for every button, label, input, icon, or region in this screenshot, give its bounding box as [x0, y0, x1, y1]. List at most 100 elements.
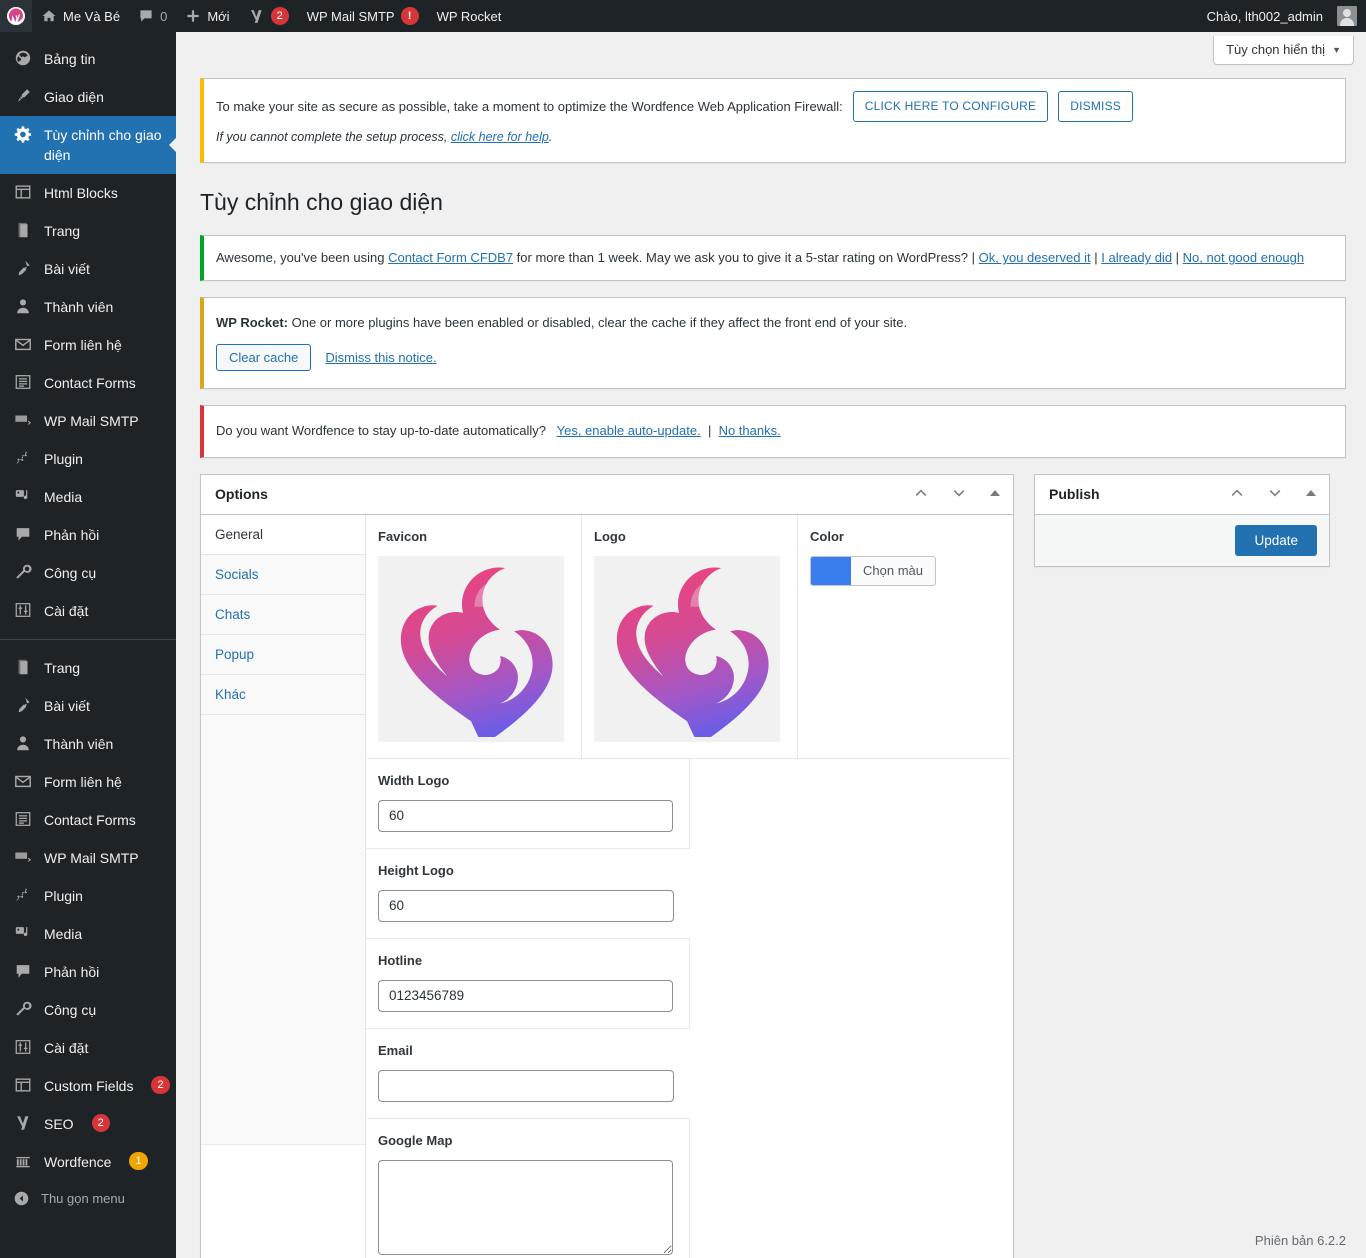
color-swatch[interactable] [811, 556, 851, 585]
sidebar-item-label: WP Mail SMTP [44, 413, 139, 429]
update-button[interactable]: Update [1235, 524, 1317, 556]
adminbar-new[interactable]: Mới [176, 0, 238, 32]
adminbar-site-name[interactable]: Me Và Bé [32, 0, 129, 32]
dismiss-this-notice-link[interactable]: Dismiss this notice. [325, 348, 436, 368]
sidebar-item-plugins-2[interactable]: Plugin [0, 877, 176, 915]
sidebar-item-label: WP Mail SMTP [44, 850, 139, 866]
sidebar-item-html-blocks[interactable]: Html Blocks [0, 174, 176, 212]
notice-wordfence-text: To make your site as secure as possible,… [216, 98, 843, 114]
tab-socials[interactable]: Socials [201, 554, 365, 595]
screen-options-toggle[interactable]: Tùy chọn hiển thị ▼ [1213, 36, 1354, 65]
wrench-icon [13, 563, 33, 581]
sidebar-item-settings-2[interactable]: Cài đặt [0, 1029, 176, 1067]
sidebar-item-appearance[interactable]: Giao diện [0, 78, 176, 116]
no-thanks-link[interactable]: No thanks. [719, 423, 781, 438]
width-logo-label: Width Logo [378, 772, 450, 788]
field-favicon: Favicon [366, 514, 582, 759]
options-metabox-header: Options [201, 475, 1013, 515]
sidebar-item-contact-form-1[interactable]: Form liên hệ [0, 326, 176, 364]
sidebar-item-settings-1[interactable]: Cài đặt [0, 592, 176, 630]
sidebar-item-comments-2[interactable]: Phản hồi [0, 953, 176, 991]
sidebar-item-tools-2[interactable]: Công cụ [0, 991, 176, 1029]
sidebar-item-contact-forms-2[interactable]: Contact Forms [0, 801, 176, 839]
height-logo-input[interactable] [378, 889, 674, 922]
field-google-map: Google Map [366, 1118, 690, 1258]
adminbar-wp-rocket[interactable]: WP Rocket [428, 0, 511, 32]
sidebar-item-media-2[interactable]: Media [0, 915, 176, 953]
sidebar-item-label: SEO [44, 1116, 74, 1132]
chevron-down-icon[interactable] [1267, 485, 1283, 503]
media-icon [13, 924, 33, 942]
sidebar-badge-seo: 2 [151, 1076, 170, 1094]
sidebar-item-pages-2[interactable]: Trang [0, 649, 176, 687]
tab-khac[interactable]: Khác [201, 674, 365, 715]
sidebar-item-wordfence[interactable]: Wordfence 1 [0, 1143, 176, 1181]
adminbar-my-account[interactable]: Chào, lth002_admin [1198, 0, 1366, 32]
width-logo-input[interactable] [378, 799, 673, 832]
email-input[interactable] [378, 1069, 674, 1102]
i-already-did-link[interactable]: I already did [1101, 250, 1172, 265]
sidebar-item-label: Bài viết [44, 698, 90, 714]
google-map-label: Google Map [378, 1132, 453, 1148]
sidebar-item-label: Custom Fields [44, 1078, 134, 1094]
wordfence-autoupdate-text: Do you want Wordfence to stay up-to-date… [216, 423, 546, 439]
favicon-preview[interactable] [378, 555, 564, 742]
sidebar-item-label: Bài viết [44, 261, 90, 277]
adminbar-comments[interactable]: 0 [129, 0, 176, 32]
sidebar-item-label: Công cụ [44, 565, 97, 581]
sidebar-item-contact-forms-1[interactable]: Contact Forms [0, 364, 176, 402]
chevron-up-icon[interactable] [913, 485, 929, 503]
alert-icon: ! [400, 7, 419, 25]
sidebar-item-posts-2[interactable]: Bài viết [0, 687, 176, 725]
click-here-to-configure-button[interactable]: CLICK HERE TO CONFIGURE [852, 91, 1049, 122]
sidebar-badge-wordfence: 1 [129, 1152, 148, 1170]
clear-cache-button[interactable]: Clear cache [216, 344, 312, 372]
adminbar-yoast[interactable]: 2 [239, 0, 298, 32]
hotline-input[interactable] [378, 979, 673, 1012]
sidebar-item-seo[interactable]: SEO 2 [0, 1105, 176, 1143]
sidebar-item-users-2[interactable]: Thành viên [0, 725, 176, 763]
sidebar-item-label: Trang [44, 223, 81, 239]
click-here-for-help-link[interactable]: click here for help [451, 130, 549, 144]
sidebar-item-tools-1[interactable]: Công cụ [0, 554, 176, 592]
color-picker-label: Chọn màu [863, 563, 923, 579]
sidebar-item-label: Công cụ [44, 1002, 97, 1018]
toggle-panel-icon[interactable] [989, 487, 1001, 501]
tab-popup[interactable]: Popup [201, 634, 365, 675]
toggle-panel-icon[interactable] [1305, 487, 1317, 501]
sidebar-item-contact-form-2[interactable]: Form liên hệ [0, 763, 176, 801]
sidebar-item-pages-1[interactable]: Trang [0, 212, 176, 250]
sidebar-item-users-1[interactable]: Thành viên [0, 288, 176, 326]
wordpress-logo-icon[interactable] [0, 0, 32, 32]
yes-enable-auto-update-link[interactable]: Yes, enable auto-update. [557, 423, 701, 438]
options-metabox-body: General Socials Chats Popup Khác Favicon… [201, 514, 1013, 1258]
publish-metabox-title: Publish [1049, 486, 1100, 503]
sidebar-item-dashboard[interactable]: Bảng tin [0, 40, 176, 78]
dismiss-button[interactable]: DISMISS [1058, 91, 1133, 122]
sidebar-item-theme-options[interactable]: Tùy chỉnh cho giao diện [0, 116, 176, 174]
adminbar-wp-mail-smtp[interactable]: WP Mail SMTP ! [298, 0, 428, 32]
chevron-up-icon[interactable] [1229, 485, 1245, 503]
sidebar-item-wp-mail-smtp-1[interactable]: WP Mail SMTP [0, 402, 176, 440]
list-icon [13, 810, 33, 828]
logo-preview[interactable] [594, 555, 780, 742]
chevron-down-icon[interactable] [951, 485, 967, 503]
tab-general[interactable]: General [201, 514, 365, 555]
sidebar-item-posts-1[interactable]: Bài viết [0, 250, 176, 288]
contact-form-cfdb7-link[interactable]: Contact Form CFDB7 [388, 250, 513, 265]
sidebar-item-wp-mail-smtp-2[interactable]: WP Mail SMTP [0, 839, 176, 877]
google-map-textarea[interactable] [378, 1159, 673, 1255]
sidebar-item-comments-1[interactable]: Phản hồi [0, 516, 176, 554]
publish-metabox-header: Publish [1035, 475, 1329, 515]
sidebar-item-media-1[interactable]: Media [0, 478, 176, 516]
color-picker[interactable]: Chọn màu [810, 555, 936, 586]
media-icon [13, 487, 33, 505]
tab-chats[interactable]: Chats [201, 594, 365, 635]
sidebar-item-custom-fields[interactable]: Custom Fields 2 [0, 1067, 176, 1105]
sidebar-item-plugins-1[interactable]: Plugin [0, 440, 176, 478]
collapse-menu-button[interactable]: Thu gọn menu [0, 1181, 176, 1216]
chevron-down-icon: ▼ [1332, 44, 1341, 55]
sidebar-badge-seo-count: 2 [91, 1114, 110, 1132]
ok-you-deserved-it-link[interactable]: Ok, you deserved it [979, 250, 1091, 265]
no-not-good-enough-link[interactable]: No, not good enough [1183, 250, 1304, 265]
